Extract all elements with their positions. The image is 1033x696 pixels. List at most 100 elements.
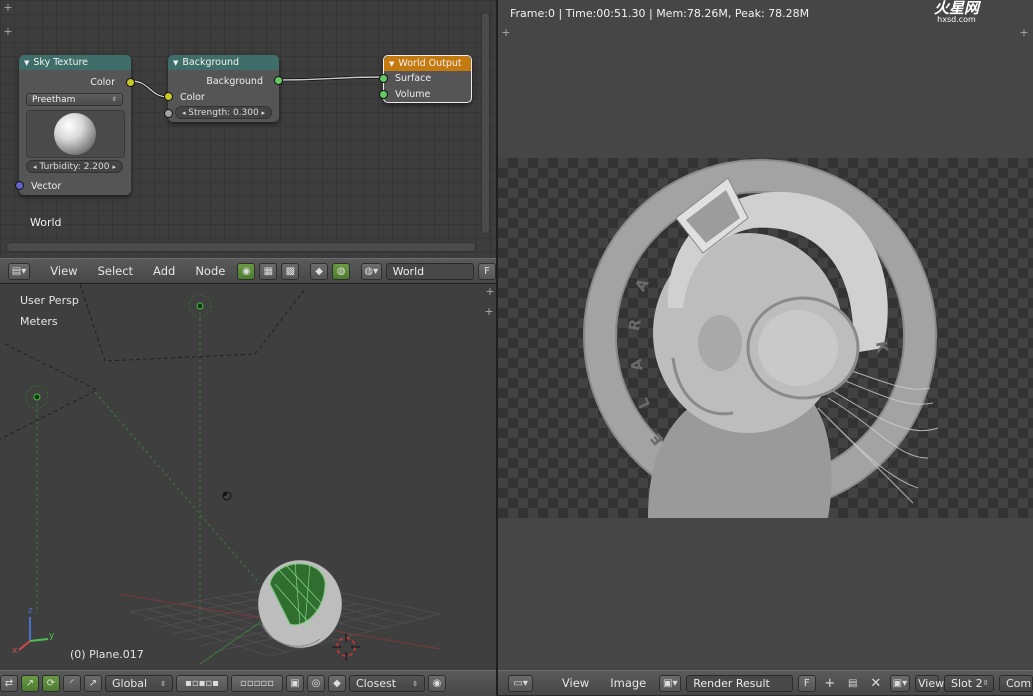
head-mesh: [257, 559, 343, 649]
area-corner-plus-icon[interactable]: +: [1019, 27, 1029, 38]
turbidity-field[interactable]: ◂ Turbidity: 2.200 ▸: [26, 160, 123, 173]
new-image-icon[interactable]: +: [821, 675, 839, 692]
background-node[interactable]: ▼ Background Background Color ◂ Strength…: [164, 55, 283, 122]
node-editor[interactable]: + + ▼ Sky Texture Color Preetham ⇳ ◂ Tur…: [0, 0, 496, 258]
editor-type-button[interactable]: ▤▾: [8, 262, 31, 280]
open-image-icon[interactable]: ▤: [844, 675, 862, 692]
sky-output-color-socket[interactable]: [126, 78, 135, 87]
menu-node[interactable]: Node: [187, 264, 233, 278]
menu-add[interactable]: Add: [145, 264, 183, 278]
render-layer-icon[interactable]: ▣: [286, 675, 304, 692]
orientation-dropdown[interactable]: Global ⇳: [105, 675, 173, 692]
compositing-nodes-icon[interactable]: ▦: [259, 262, 278, 280]
snap-target-dropdown[interactable]: Closest ⇳: [349, 675, 425, 692]
world-name-field[interactable]: World: [385, 262, 475, 280]
view-browse-icon[interactable]: ▣▾: [889, 674, 910, 692]
menu-view[interactable]: View: [554, 676, 597, 690]
area-corner-plus-icon[interactable]: +: [501, 27, 511, 38]
world-output-node[interactable]: ▼ World Output Surface Volume: [379, 55, 472, 103]
world-input-surface-label: Surface: [395, 73, 432, 84]
node-editor-header: ▤▾ View Select Add Node ◉ ▦ ▩ ◆ ◍ ◍▾ Wor…: [0, 258, 497, 283]
sky-texture-title: Sky Texture: [33, 57, 89, 68]
texture-nodes-icon[interactable]: ▩: [281, 262, 300, 280]
fake-user-button[interactable]: F: [797, 674, 816, 692]
world-label: World: [30, 216, 62, 229]
render-stats: Frame:0 | Time:00:51.30 | Mem:78.26M, Pe…: [510, 7, 810, 20]
sun-sphere[interactable]: [54, 113, 96, 155]
collapse-arrow-icon[interactable]: ▼: [24, 59, 29, 67]
slot-dropdown[interactable]: Slot 2 ⇳: [943, 674, 994, 692]
world-input-volume-socket[interactable]: [379, 90, 388, 99]
camera-frustum: [0, 343, 99, 440]
opengl-render-icon[interactable]: ◉: [428, 675, 446, 692]
menu-view[interactable]: View: [42, 264, 85, 278]
strength-field[interactable]: ◂ Strength: 0.300 ▸: [175, 106, 272, 119]
background-input-color-socket[interactable]: [164, 92, 173, 101]
node-editor-icon: ▤▾: [11, 265, 27, 277]
background-output-label: Background: [206, 76, 263, 87]
units-label: Meters: [20, 315, 58, 328]
background-title: Background: [182, 57, 240, 68]
background-node-header[interactable]: ▼ Background: [168, 55, 279, 70]
background-input-color-label: Color: [180, 92, 205, 103]
sky-texture-node-header[interactable]: ▼ Sky Texture: [19, 55, 131, 70]
scale-manipulator-icon[interactable]: ◜: [63, 675, 81, 692]
shader-nodes-icon[interactable]: ◉: [237, 262, 256, 280]
render-character: [583, 159, 939, 518]
layers-grid-a[interactable]: ▪▫▪▫▪: [176, 675, 228, 692]
layers-grid-b[interactable]: ▫▫▫▫▫: [231, 675, 283, 692]
menu-image[interactable]: Image: [602, 676, 654, 690]
arrow-right-icon[interactable]: ▸: [261, 109, 265, 117]
pass-dropdown[interactable]: Com: [998, 674, 1033, 692]
vertical-scrollbar[interactable]: [481, 12, 490, 234]
sun-direction-widget[interactable]: [26, 110, 125, 158]
image-name-field[interactable]: Render Result: [686, 674, 793, 692]
world-input-surface-socket[interactable]: [379, 74, 388, 83]
arrow-right-icon[interactable]: ▸: [112, 163, 116, 171]
image-browse-icon[interactable]: ▣▾: [659, 674, 682, 692]
axis-y-label: y: [49, 631, 55, 641]
collapse-arrow-icon[interactable]: ▼: [389, 60, 394, 68]
view-dropdown[interactable]: View: [914, 674, 944, 692]
arrow-left-icon[interactable]: ◂: [182, 109, 186, 117]
image-editor-header: ▭▾ View Image ▣▾ Render Result F + ▤ ✕ ▣…: [498, 670, 1033, 695]
3d-cursor-icon: [332, 633, 360, 661]
rotate-manipulator-icon[interactable]: ⟳: [42, 675, 60, 692]
world-shader-icon[interactable]: ◍: [332, 262, 351, 280]
sky-input-vector-socket[interactable]: [15, 181, 24, 190]
background-output-socket[interactable]: [274, 76, 283, 85]
world-browse-icon[interactable]: ◍▾: [360, 262, 382, 280]
vertical-area-divider[interactable]: [496, 0, 498, 695]
axis-x-label: x: [12, 646, 18, 656]
background-input-strength-socket[interactable]: [164, 109, 173, 118]
sky-texture-node[interactable]: ▼ Sky Texture Color Preetham ⇳ ◂ Turbidi…: [15, 55, 135, 195]
manipulator-arrow-icon[interactable]: ↗: [84, 675, 102, 692]
sky-input-vector-label: Vector: [31, 181, 62, 192]
snap-element-icon[interactable]: ◆: [328, 675, 346, 692]
viewport-scene: [0, 284, 441, 665]
translate-manipulator-icon[interactable]: ↗: [21, 675, 39, 692]
render-result-image[interactable]: A R A L E K: [498, 158, 1033, 518]
world-output-title: World Output: [398, 58, 462, 69]
image-editor[interactable]: Frame:0 | Time:00:51.30 | Mem:78.26M, Pe…: [498, 0, 1033, 670]
transform-manipulator-toggle[interactable]: ⇄: [0, 675, 18, 692]
camera-line: [94, 391, 261, 585]
horizontal-area-divider[interactable]: [0, 283, 496, 284]
collapse-arrow-icon[interactable]: ▼: [173, 59, 178, 67]
dropdown-arrows-icon: ⇳: [160, 679, 166, 688]
dropdown-arrows-icon: ⇳: [412, 679, 418, 688]
dropdown-arrows-icon: ⇳: [982, 679, 989, 687]
horizontal-scrollbar[interactable]: [6, 242, 476, 252]
editor-type-button[interactable]: ▭▾: [508, 674, 534, 692]
camera-icon: [222, 491, 232, 501]
sky-model-dropdown[interactable]: Preetham ⇳: [26, 93, 123, 106]
object-shader-icon[interactable]: ◆: [310, 262, 329, 280]
fake-user-button[interactable]: F: [478, 262, 497, 280]
arrow-left-icon[interactable]: ◂: [33, 163, 37, 171]
world-output-node-header[interactable]: ▼ World Output: [384, 56, 471, 71]
unlink-image-icon[interactable]: ✕: [867, 675, 885, 692]
3d-viewport[interactable]: + + z y x User Persp Meters (0) Plane.01…: [0, 284, 496, 670]
object-label: (0) Plane.017: [70, 648, 144, 661]
proportional-edit-icon[interactable]: ◎: [307, 675, 325, 692]
menu-select[interactable]: Select: [90, 264, 141, 278]
